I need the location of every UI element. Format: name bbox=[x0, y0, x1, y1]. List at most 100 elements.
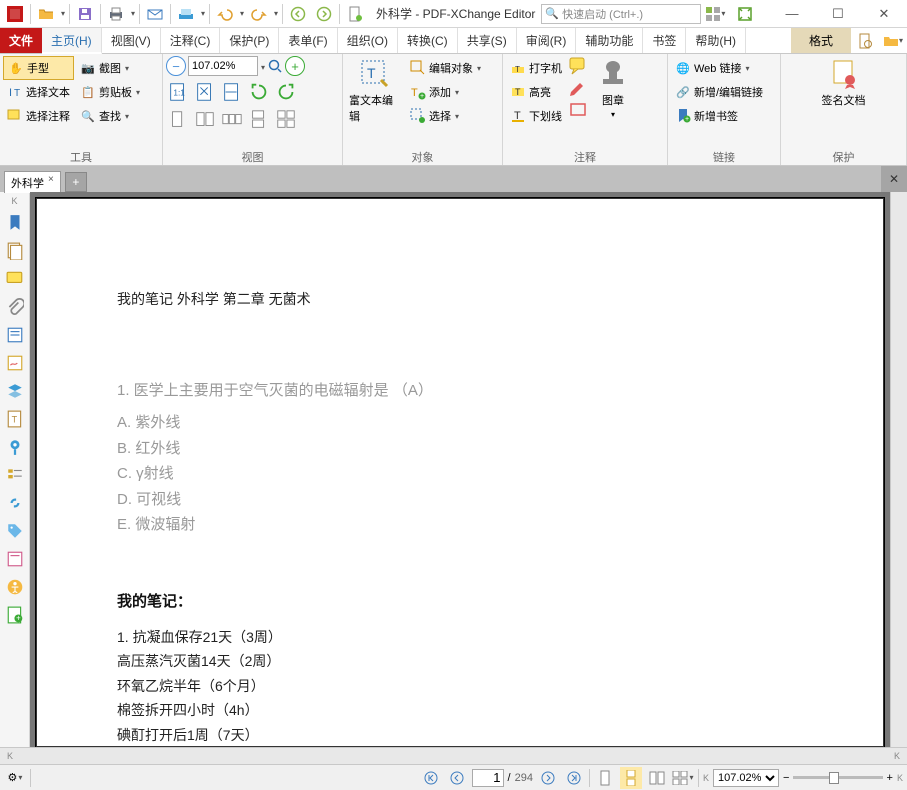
layout-more-icon[interactable] bbox=[672, 767, 694, 789]
history-pane-icon[interactable]: + bbox=[4, 604, 26, 626]
rotate-ccw-icon[interactable] bbox=[247, 80, 271, 104]
tab-bookmark[interactable]: 书签 bbox=[643, 28, 686, 53]
snapshot-button[interactable]: 📷截图 bbox=[76, 56, 144, 80]
edit-object-button[interactable]: 编辑对象 bbox=[406, 56, 485, 80]
prev-page-button[interactable] bbox=[446, 767, 468, 789]
actual-size-icon[interactable]: 1:1 bbox=[166, 80, 190, 104]
redo-icon[interactable] bbox=[246, 1, 272, 27]
links-pane-icon[interactable] bbox=[4, 492, 26, 514]
ui-options-icon[interactable]: ▾ bbox=[701, 1, 729, 27]
tab-help[interactable]: 帮助(H) bbox=[686, 28, 746, 53]
thumbnails-pane-icon[interactable] bbox=[4, 240, 26, 262]
rotate-cw-icon[interactable] bbox=[274, 80, 298, 104]
new-tab-button[interactable]: + bbox=[65, 172, 87, 192]
pencil-icon[interactable] bbox=[568, 78, 588, 98]
doc-icon[interactable] bbox=[342, 1, 368, 27]
add-object-button[interactable]: T+添加 bbox=[406, 80, 485, 104]
tab-comment[interactable]: 注释(C) bbox=[161, 28, 221, 53]
undo-icon[interactable] bbox=[212, 1, 238, 27]
page-number-input[interactable] bbox=[472, 769, 504, 787]
fit-page-icon[interactable] bbox=[193, 80, 217, 104]
page-layout-4-icon[interactable] bbox=[247, 108, 271, 132]
layers-pane-icon[interactable] bbox=[4, 380, 26, 402]
layout-facing-icon[interactable] bbox=[646, 767, 668, 789]
tag-pane-icon[interactable] bbox=[4, 520, 26, 542]
zoom-minus-icon[interactable]: − bbox=[783, 772, 789, 784]
zoom-slider[interactable]: − + bbox=[783, 772, 893, 784]
tab-organize[interactable]: 组织(O) bbox=[338, 28, 398, 53]
find-button[interactable]: 🔍查找 bbox=[76, 104, 144, 128]
scan-icon[interactable] bbox=[173, 1, 199, 27]
rect-icon[interactable] bbox=[568, 100, 588, 120]
redo-dropdown[interactable]: ▾ bbox=[272, 9, 280, 18]
nav-fwd-icon[interactable] bbox=[311, 1, 337, 27]
accessibility-pane-icon[interactable] bbox=[4, 576, 26, 598]
nav-back-icon[interactable] bbox=[285, 1, 311, 27]
tab-format[interactable]: 格式 bbox=[791, 28, 851, 53]
bookmark-pane-icon[interactable] bbox=[4, 212, 26, 234]
highlight-button[interactable]: T高亮 bbox=[506, 80, 566, 104]
taginfo-pane-icon[interactable] bbox=[4, 464, 26, 486]
typewriter-button[interactable]: T打字机 bbox=[506, 56, 566, 80]
zoom-dropdown[interactable] bbox=[260, 59, 265, 73]
page-canvas[interactable]: 我的笔记 外科学 第二章 无菌术 1. 医学上主要用于空气灭菌的电磁辐射是 （A… bbox=[30, 192, 890, 747]
next-page-button[interactable] bbox=[537, 767, 559, 789]
zoom-in-button[interactable]: + bbox=[285, 56, 305, 76]
page-layout-2-icon[interactable] bbox=[193, 108, 217, 132]
tab-home[interactable]: 主页(H) bbox=[42, 28, 102, 54]
attachments-pane-icon[interactable] bbox=[4, 296, 26, 318]
tab-accessibility[interactable]: 辅助功能 bbox=[576, 28, 643, 53]
print-icon[interactable] bbox=[103, 1, 129, 27]
fields-pane-icon[interactable] bbox=[4, 324, 26, 346]
note-icon[interactable] bbox=[568, 56, 588, 76]
tab-view[interactable]: 视图(V) bbox=[102, 28, 161, 53]
options-gear-icon[interactable]: ⚙ bbox=[4, 767, 26, 789]
print-dropdown[interactable]: ▾ bbox=[129, 9, 137, 18]
open-dropdown[interactable]: ▾ bbox=[59, 9, 67, 18]
zoom-out-button[interactable]: − bbox=[166, 56, 186, 76]
edit-link-button[interactable]: 🔗新增/编辑链接 bbox=[671, 80, 767, 104]
document-tab[interactable]: 外科学 × bbox=[4, 171, 61, 193]
tab-convert[interactable]: 转换(C) bbox=[398, 28, 458, 53]
add-bookmark-button[interactable]: +新增书签 bbox=[671, 104, 767, 128]
undo-dropdown[interactable]: ▾ bbox=[238, 9, 246, 18]
signatures-pane-icon[interactable] bbox=[4, 352, 26, 374]
hand-tool-button[interactable]: ✋手型 bbox=[3, 56, 74, 80]
web-link-button[interactable]: 🌐Web 链接 bbox=[671, 56, 767, 80]
zoom-select[interactable]: 107.02% bbox=[713, 769, 779, 787]
scan-dropdown[interactable]: ▾ bbox=[199, 9, 207, 18]
app-icon[interactable] bbox=[2, 1, 28, 27]
stamp-button[interactable]: 图章▾ bbox=[590, 56, 636, 121]
underline-button[interactable]: T下划线 bbox=[506, 104, 566, 128]
zoom-tool-icon[interactable] bbox=[267, 58, 283, 74]
page-layout-1-icon[interactable] bbox=[166, 108, 190, 132]
open-folder-icon[interactable]: ▾ bbox=[879, 28, 907, 53]
save-icon[interactable] bbox=[72, 1, 98, 27]
maximize-button[interactable]: ☐ bbox=[815, 0, 861, 28]
properties-pane-icon[interactable] bbox=[4, 548, 26, 570]
page-layout-5-icon[interactable] bbox=[274, 108, 298, 132]
minimize-button[interactable]: — bbox=[769, 0, 815, 28]
tab-protect[interactable]: 保护(P) bbox=[220, 28, 279, 53]
tab-share[interactable]: 共享(S) bbox=[458, 28, 517, 53]
first-page-button[interactable] bbox=[420, 767, 442, 789]
destinations-pane-icon[interactable] bbox=[4, 436, 26, 458]
layout-continuous-icon[interactable] bbox=[620, 767, 642, 789]
content-pane-icon[interactable]: T bbox=[4, 408, 26, 430]
comments-pane-icon[interactable] bbox=[4, 268, 26, 290]
last-page-button[interactable] bbox=[563, 767, 585, 789]
zoom-plus-icon[interactable]: + bbox=[887, 772, 893, 784]
select-object-button[interactable]: 选择 bbox=[406, 104, 485, 128]
layout-single-icon[interactable] bbox=[594, 767, 616, 789]
page-layout-3-icon[interactable] bbox=[220, 108, 244, 132]
close-button[interactable]: ✕ bbox=[861, 0, 907, 28]
rich-text-button[interactable]: T 富文本编辑 bbox=[346, 56, 404, 126]
tab-review[interactable]: 审阅(R) bbox=[517, 28, 577, 53]
clipboard-button[interactable]: 📋剪贴板 bbox=[76, 80, 144, 104]
select-comment-button[interactable]: 选择注释 bbox=[3, 104, 74, 128]
sign-doc-button[interactable]: 签名文档 bbox=[819, 56, 869, 110]
fit-page-icon[interactable] bbox=[731, 1, 759, 27]
select-text-button[interactable]: IT选择文本 bbox=[3, 80, 74, 104]
vertical-scrollbar[interactable] bbox=[890, 192, 907, 747]
close-all-button[interactable]: ✕ bbox=[881, 166, 907, 192]
